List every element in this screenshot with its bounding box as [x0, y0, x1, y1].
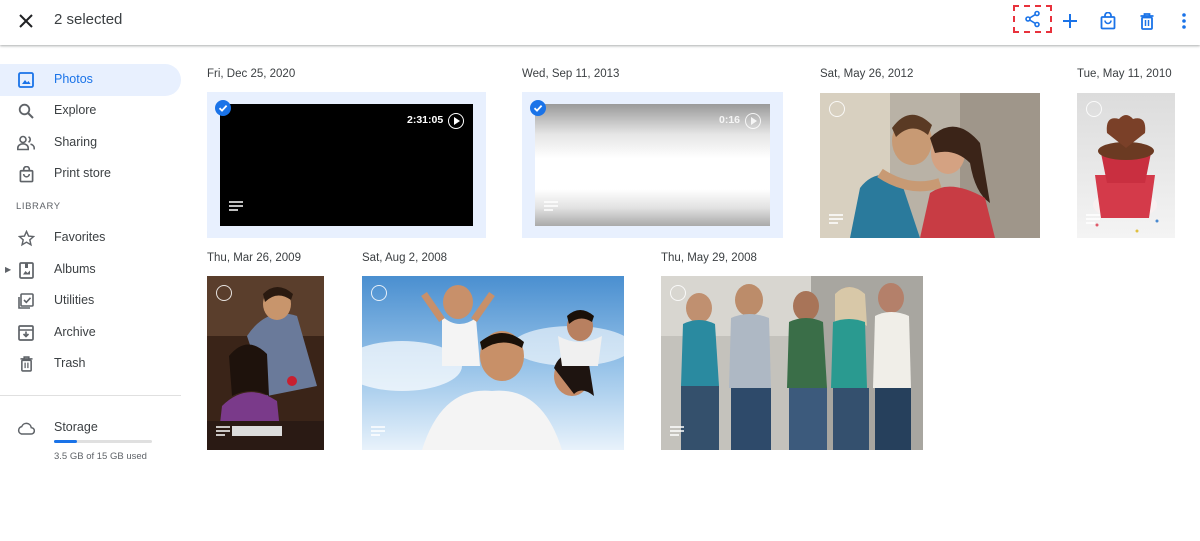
family-sky-photo	[362, 276, 624, 450]
library-section-header: LIBRARY	[16, 201, 61, 212]
sidebar-item-label: Albums	[54, 262, 96, 276]
sidebar-item-label: Sharing	[54, 135, 98, 149]
more-vert-icon	[1182, 13, 1186, 29]
photo-tile[interactable]	[820, 93, 1040, 238]
date-header: Wed, Sep 11, 2013	[522, 68, 620, 80]
order-photos-button[interactable]	[1093, 6, 1123, 36]
sidebar-item-explore[interactable]: Explore	[0, 95, 181, 127]
date-header: Thu, May 29, 2008	[661, 252, 757, 264]
close-selection-button[interactable]	[13, 8, 39, 34]
sidebar-divider	[0, 395, 181, 396]
video-duration: 0:16	[719, 114, 741, 126]
photos-icon	[17, 71, 35, 89]
info-lines-icon	[670, 426, 684, 436]
select-circle[interactable]	[216, 285, 232, 301]
info-lines-icon	[371, 426, 385, 436]
album-icon	[17, 261, 35, 279]
date-header: Fri, Dec 25, 2020	[207, 68, 296, 80]
info-lines-icon	[544, 201, 558, 211]
archive-icon	[17, 324, 35, 342]
add-to-button[interactable]	[1055, 6, 1085, 36]
storage-progress-bar	[54, 440, 152, 443]
couple-photo	[820, 93, 1040, 238]
sidebar-item-sharing[interactable]: Sharing	[0, 127, 181, 159]
dinner-surprise-photo	[207, 276, 324, 450]
storage-label[interactable]: Storage	[54, 420, 98, 434]
sidebar-item-label: Archive	[54, 325, 96, 339]
sidebar-item-photos[interactable]: Photos	[0, 64, 181, 96]
date-header: Tue, May 11, 2010	[1077, 68, 1172, 80]
sidebar-item-label: Print store	[54, 166, 111, 180]
play-icon	[745, 113, 761, 129]
share-button-highlight	[1013, 5, 1052, 33]
add-icon	[1063, 14, 1077, 28]
top-bar: 2 selected	[0, 0, 1200, 45]
people-icon	[17, 134, 35, 152]
star-icon	[17, 229, 35, 247]
photo-tile[interactable]	[207, 276, 324, 450]
checkbox-icon	[17, 292, 35, 310]
sidebar-item-label: Utilities	[54, 293, 95, 307]
photo-tile[interactable]	[1077, 93, 1175, 238]
sidebar-item-print-store[interactable]: Print store	[0, 158, 181, 190]
expand-albums-arrow[interactable]: ▶	[5, 265, 11, 274]
trash-icon	[17, 355, 35, 373]
sidebar-item-utilities[interactable]: Utilities	[0, 285, 181, 317]
video-duration: 2:31:05	[407, 114, 444, 126]
share-button[interactable]	[1021, 7, 1045, 31]
info-lines-icon	[829, 214, 843, 224]
trash-icon	[1140, 12, 1154, 30]
shopping-bag-icon	[17, 165, 35, 183]
cloud-icon	[17, 422, 36, 440]
sidebar-item-archive[interactable]: Archive	[0, 317, 181, 349]
sidebar-item-label: Favorites	[54, 230, 106, 244]
friends-group-photo	[661, 276, 923, 450]
date-header: Sat, Aug 2, 2008	[362, 252, 448, 264]
sidebar: Photos Explore Sharing Print store LIBRA…	[0, 45, 190, 541]
select-circle[interactable]	[371, 285, 387, 301]
info-lines-icon	[229, 201, 243, 211]
select-circle[interactable]	[670, 285, 686, 301]
share-icon	[1024, 10, 1040, 28]
sidebar-item-label: Explore	[54, 103, 97, 117]
storage-used-text: 3.5 GB of 15 GB used	[54, 451, 147, 462]
date-header: Thu, Mar 26, 2009	[207, 252, 301, 264]
close-icon	[19, 14, 33, 28]
date-header: Sat, May 26, 2012	[820, 68, 914, 80]
video-tile-selected[interactable]: 0:16	[522, 92, 783, 238]
play-icon	[448, 113, 464, 129]
select-circle[interactable]	[1086, 101, 1102, 117]
shopping-bag-icon	[1100, 12, 1116, 30]
sidebar-item-label: Trash	[54, 356, 86, 370]
video-tile-selected[interactable]: 2:31:05	[207, 92, 486, 238]
sidebar-item-albums[interactable]: Albums	[12, 254, 181, 286]
info-lines-icon	[216, 426, 230, 436]
select-circle[interactable]	[829, 101, 845, 117]
delete-button[interactable]	[1132, 6, 1162, 36]
info-lines-icon	[1086, 214, 1100, 224]
selected-check-icon[interactable]	[215, 100, 231, 116]
selection-count: 2 selected	[54, 11, 123, 28]
more-options-button[interactable]	[1169, 6, 1199, 36]
sidebar-item-favorites[interactable]: Favorites	[0, 222, 181, 254]
search-icon	[17, 102, 35, 120]
sidebar-item-trash[interactable]: Trash	[0, 348, 181, 380]
selected-check-icon[interactable]	[530, 100, 546, 116]
photo-tile[interactable]	[362, 276, 624, 450]
photo-tile[interactable]	[661, 276, 923, 450]
sidebar-item-label: Photos	[54, 72, 93, 86]
storage-progress-fill	[54, 440, 77, 443]
